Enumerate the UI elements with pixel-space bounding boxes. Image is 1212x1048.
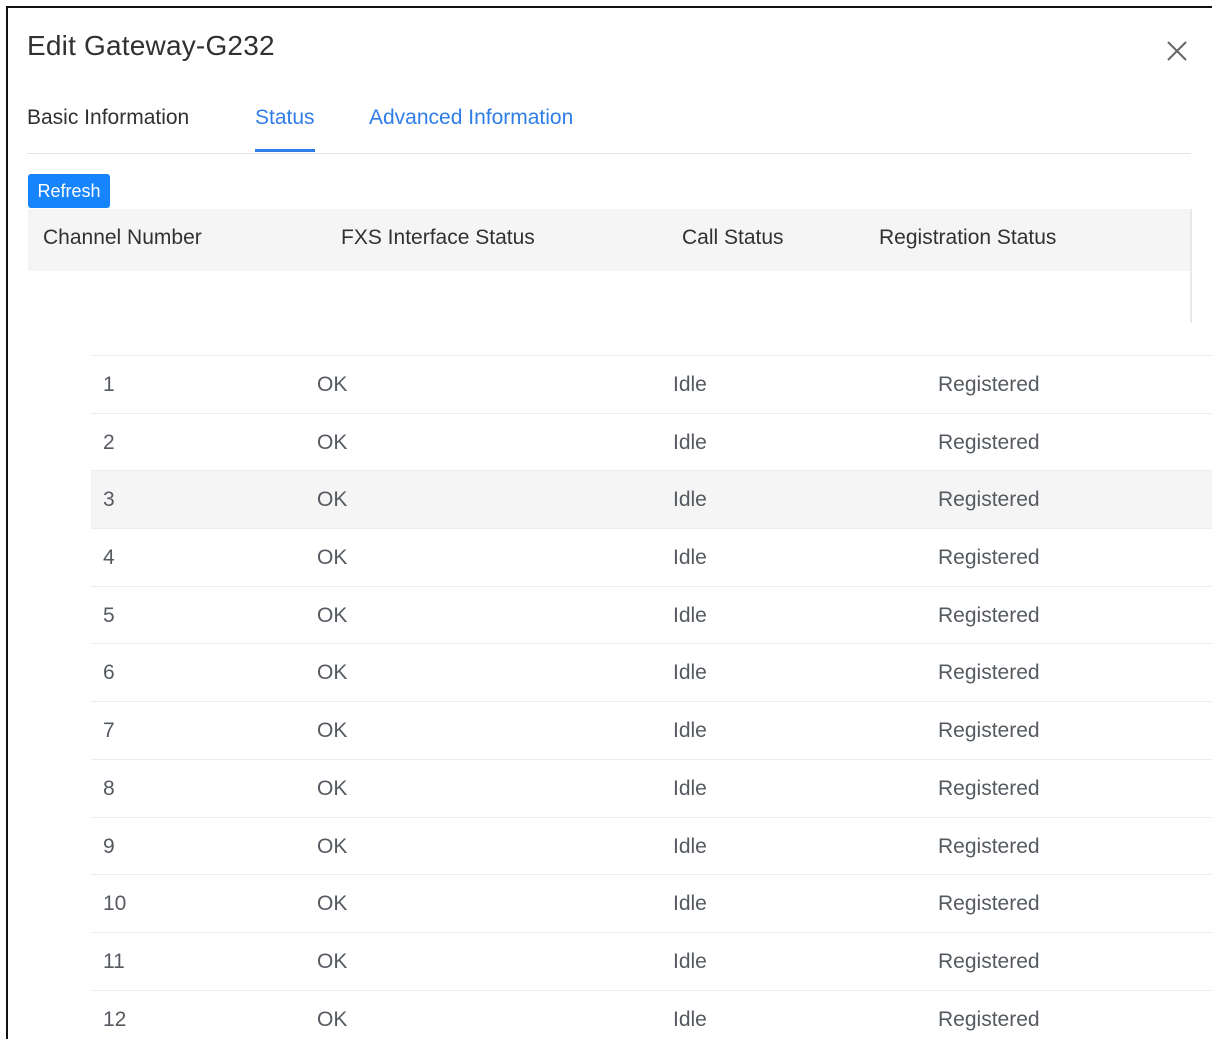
close-icon[interactable] [1164, 38, 1190, 64]
channel-number-cell: 5 [103, 603, 115, 627]
tab-advanced-information[interactable]: Advanced Information [369, 103, 573, 133]
fxs-status-cell: OK [317, 603, 348, 627]
fxs-status-cell: OK [317, 892, 348, 916]
dialog-title: Edit Gateway-G232 [27, 30, 275, 61]
fxs-status-cell: OK [317, 776, 348, 800]
column-header-registration-status[interactable]: Registration Status [879, 226, 1056, 250]
registration-status-cell: Registered [938, 373, 1040, 396]
table-row[interactable]: 7 OK Idle Registered [91, 701, 1212, 759]
tab-bar: Basic Information Status Advanced Inform… [27, 103, 1191, 154]
refresh-button[interactable]: Refresh [28, 174, 110, 208]
table-row[interactable]: 10 OK Idle Registered [91, 874, 1212, 932]
call-status-cell: Idle [673, 834, 707, 858]
fxs-status-cell: OK [317, 661, 348, 685]
channel-number-cell: 4 [103, 546, 115, 570]
channel-number-cell: 10 [103, 892, 127, 916]
fxs-status-cell: OK [317, 546, 348, 570]
table-header-spacer [28, 271, 1192, 323]
registration-status-cell: Registered [938, 776, 1040, 800]
call-status-cell: Idle [673, 1007, 707, 1031]
call-status-cell: Idle [673, 719, 707, 743]
registration-status-cell: Registered [938, 603, 1040, 627]
registration-status-cell: Registered [938, 892, 1040, 916]
channel-number-cell: 2 [103, 430, 115, 454]
channel-number-cell: 6 [103, 661, 115, 685]
column-header-fxs-interface-status[interactable]: FXS Interface Status [341, 226, 535, 250]
table-row[interactable]: 3 OK Idle Registered [91, 470, 1212, 529]
call-status-cell: Idle [673, 546, 707, 570]
table-row[interactable]: 4 OK Idle Registered [91, 528, 1212, 586]
table-row[interactable]: 8 OK Idle Registered [91, 758, 1212, 817]
registration-status-cell: Registered [938, 834, 1040, 858]
table-row[interactable]: 6 OK Idle Registered [91, 643, 1212, 701]
fxs-status-cell: OK [317, 949, 348, 973]
table-row[interactable]: 9 OK Idle Registered [91, 816, 1212, 875]
active-tab-indicator [255, 149, 315, 152]
call-status-cell: Idle [673, 661, 707, 685]
registration-status-cell: Registered [938, 719, 1040, 743]
fxs-status-cell: OK [317, 834, 348, 858]
call-status-cell: Idle [673, 488, 707, 512]
fxs-status-cell: OK [317, 373, 348, 396]
channel-number-cell: 11 [103, 949, 125, 973]
call-status-cell: Idle [673, 373, 707, 396]
registration-status-cell: Registered [938, 546, 1040, 570]
registration-status-cell: Registered [938, 949, 1040, 973]
fxs-status-cell: OK [317, 430, 348, 454]
table-header: Channel Number FXS Interface Status Call… [28, 209, 1192, 271]
call-status-cell: Idle [673, 949, 707, 973]
registration-status-cell: Registered [938, 430, 1040, 454]
channel-number-cell: 7 [103, 719, 115, 743]
column-header-call-status[interactable]: Call Status [682, 226, 784, 250]
call-status-cell: Idle [673, 603, 707, 627]
call-status-cell: Idle [673, 776, 707, 800]
tab-status[interactable]: Status [255, 103, 315, 133]
registration-status-cell: Registered [938, 1007, 1040, 1031]
table-row[interactable]: 1 OK Idle Registered [91, 355, 1212, 413]
table-row[interactable]: 11 OK Idle Registered [91, 931, 1212, 990]
channel-number-cell: 1 [103, 373, 115, 396]
tab-basic-information[interactable]: Basic Information [27, 103, 189, 133]
channel-number-cell: 3 [103, 488, 115, 512]
fxs-status-cell: OK [317, 719, 348, 743]
fxs-status-cell: OK [317, 1007, 348, 1031]
channel-number-cell: 8 [103, 776, 115, 800]
channel-number-cell: 9 [103, 834, 115, 858]
column-header-channel-number[interactable]: Channel Number [43, 226, 202, 250]
fxs-status-cell: OK [317, 488, 348, 512]
call-status-cell: Idle [673, 892, 707, 916]
table-row[interactable]: 5 OK Idle Registered [91, 585, 1212, 644]
channel-number-cell: 12 [103, 1007, 127, 1031]
registration-status-cell: Registered [938, 488, 1040, 512]
call-status-cell: Idle [673, 430, 707, 454]
table-row[interactable]: 2 OK Idle Registered [91, 412, 1212, 471]
status-table-body: 1 OK Idle Registered 2 OK Idle Registered 3 OK Idl… [91, 355, 1212, 1047]
registration-status-cell: Registered [938, 661, 1040, 685]
